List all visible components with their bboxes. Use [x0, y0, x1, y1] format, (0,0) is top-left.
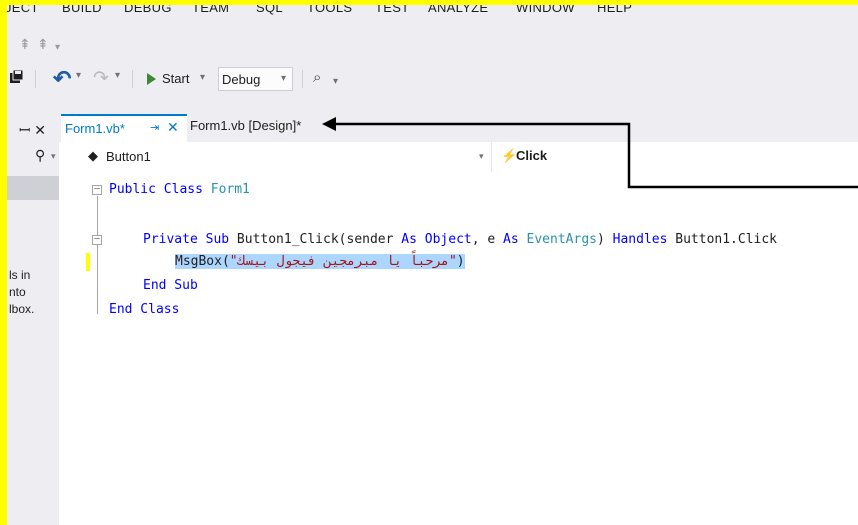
tab-label: Form1.vb* — [65, 121, 125, 136]
control-icon: ◆ — [88, 148, 98, 163]
toolbar-overflow-icon[interactable]: ▾ — [333, 76, 338, 87]
keyword: Private Sub — [143, 232, 230, 247]
visual-studio-window: JECT BUILD DEBUG TEAM SQL TOOLS TEST ANA… — [0, 0, 858, 525]
toolbox-panel: ꟷ ✕ ⚲ ▾ ls in nto lbox. — [7, 114, 60, 525]
start-icon[interactable] — [147, 73, 156, 85]
code-text: ) — [596, 232, 613, 247]
code-text: MsgBox( — [175, 254, 230, 269]
save-all-icon[interactable] — [9, 70, 23, 84]
tab-form1-vb[interactable]: Form1.vb* ⇥ ✕ — [61, 114, 187, 142]
code-line-2: Private Sub Button1_Click(sender As Obje… — [143, 232, 777, 247]
toolbox-note-line: nto — [9, 285, 26, 299]
align-icon[interactable]: ⇞ — [19, 36, 31, 53]
selected-text: MsgBox("مرحباً يا مبرمجين فيجول بيسك") — [175, 254, 465, 269]
toolbox-note-line: ls in — [9, 268, 31, 282]
document-tabs: Form1.vb* ⇥ ✕ Form1.vb [Design]* — [59, 114, 858, 142]
object-name: Button1 — [106, 149, 151, 164]
code-text: Button1.Click — [667, 232, 778, 247]
standard-toolbar: ↶ ▾ ↷ ▾ Start ▾ Debug ▾ ⌕ ▾ — [7, 64, 858, 98]
toolbox-note-line: lbox. — [9, 302, 35, 316]
toolbar-separator — [302, 70, 303, 88]
find-in-files-icon[interactable]: ⌕ — [313, 69, 321, 86]
redo-icon[interactable]: ↷ — [93, 67, 109, 90]
code-text: ) — [456, 254, 465, 269]
start-dropdown-icon[interactable]: ▾ — [200, 72, 205, 83]
code-line-4: End Sub — [143, 278, 198, 293]
solution-configuration-select[interactable]: Debug ▾ — [218, 67, 293, 91]
keyword: Public Class — [109, 182, 203, 197]
event-lightning-icon: ⚡ — [501, 148, 518, 163]
start-button[interactable]: Start — [162, 71, 189, 86]
chevron-down-icon: ▾ — [281, 73, 287, 84]
pin-close-controls[interactable]: ꟷ ✕ — [19, 121, 46, 140]
pin-icon[interactable]: ⇥ — [150, 121, 159, 134]
code-line-5: End Class — [109, 302, 179, 317]
collapse-icon[interactable]: − — [92, 183, 102, 195]
toolbox-selected-row[interactable] — [7, 176, 59, 200]
overflow-icon[interactable]: ▾ — [55, 42, 60, 53]
collapse-icon[interactable]: − — [92, 233, 102, 245]
align-icon-2[interactable]: ⇞ — [37, 36, 49, 53]
object-dropdown[interactable]: ◆ Button1 ▾ — [59, 145, 491, 169]
change-indicator — [86, 253, 90, 271]
chevron-down-icon: ▾ — [479, 151, 484, 161]
keyword: As — [503, 232, 519, 247]
configuration-value: Debug — [222, 72, 261, 87]
search-dropdown-icon[interactable]: ▾ — [51, 151, 56, 162]
undo-icon[interactable]: ↶ — [53, 66, 71, 92]
highlight-border-top — [0, 0, 858, 5]
code-editor[interactable]: − Public Class Form1 − Private Sub Butto… — [59, 172, 858, 525]
event-name: Click — [516, 148, 548, 163]
tab-form1-design[interactable]: Form1.vb [Design]* — [190, 118, 301, 133]
toolbar-separator — [132, 70, 133, 88]
string-literal: "مرحباً يا مبرمجين فيجول بيسك" — [229, 254, 457, 269]
keyword: End Sub — [143, 278, 198, 293]
keyword: End Class — [109, 302, 180, 317]
secondary-toolbar: ⇞ ⇞ ▾ — [7, 32, 858, 56]
nav-divider — [491, 142, 492, 172]
redo-dropdown-icon[interactable]: ▾ — [115, 70, 120, 81]
close-icon[interactable]: ✕ — [167, 119, 179, 136]
undo-dropdown-icon[interactable]: ▾ — [76, 70, 81, 81]
code-line-3: MsgBox("مرحباً يا مبرمجين فيجول بيسك") — [175, 254, 465, 269]
keyword: Handles — [612, 232, 668, 247]
search-icon[interactable]: ⚲ — [35, 147, 45, 164]
type-name: EventArgs — [526, 232, 597, 247]
keyword: As — [401, 232, 417, 247]
outline-guide — [97, 196, 98, 314]
keyword: Object — [424, 232, 472, 247]
code-navigation-bar: ◆ Button1 ▾ ⚡ Click — [59, 142, 858, 173]
highlight-border-left — [0, 0, 7, 525]
toolbar-separator — [35, 70, 36, 88]
code-text: , e — [471, 232, 504, 247]
class-name: Form1 — [202, 182, 250, 197]
code-text: Button1_Click(sender — [229, 232, 402, 247]
code-line-1: Public Class Form1 — [109, 182, 250, 197]
